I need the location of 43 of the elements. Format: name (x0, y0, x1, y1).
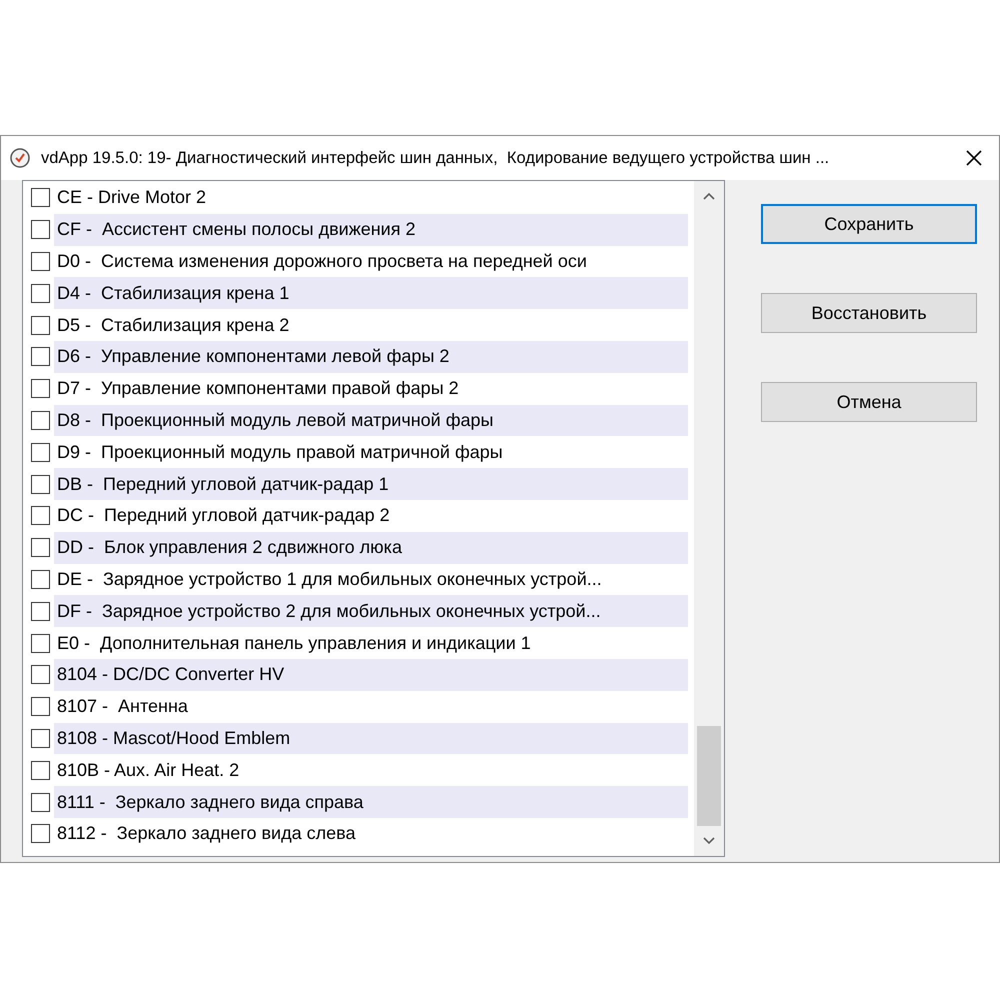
list-item[interactable]: 8111 - Зеркало заднего вида справа (54, 786, 688, 818)
checkbox[interactable] (31, 665, 50, 684)
list-item[interactable]: DB - Передний угловой датчик-радар 1 (54, 468, 688, 500)
list-item[interactable]: D0 - Система изменения дорожного просвета на передней оси (54, 246, 688, 278)
scrollbar-thumb[interactable] (697, 726, 721, 826)
dialog-button[interactable]: Восстановить (761, 293, 977, 333)
dialog-button[interactable]: Сохранить (761, 204, 977, 244)
list-item[interactable]: 8108 - Mascot/Hood Emblem (54, 722, 688, 754)
checkbox[interactable] (31, 379, 50, 398)
checkbox[interactable] (31, 570, 50, 589)
checkbox[interactable] (31, 697, 50, 716)
app-icon (9, 147, 31, 169)
dialog-button[interactable]: Отмена (761, 382, 977, 422)
checkbox[interactable] (31, 824, 50, 844)
checkbox[interactable] (31, 284, 50, 303)
list-item[interactable]: D8 - Проекционный модуль левой матричной фары (54, 404, 688, 436)
list-item[interactable]: DF - Зарядное устройство 2 для мобильных оконечных устрой... (54, 595, 688, 628)
scroll-down-icon[interactable] (702, 836, 716, 846)
scroll-up-icon[interactable] (702, 191, 716, 201)
checkbox[interactable] (31, 220, 50, 240)
list-item[interactable]: DD - Блок управления 2 сдвижного люка (54, 532, 688, 564)
checkbox[interactable] (31, 602, 50, 621)
checkbox[interactable] (31, 728, 50, 748)
close-icon (965, 149, 983, 167)
checkbox[interactable] (31, 442, 50, 462)
checkbox[interactable] (31, 760, 50, 780)
list-item[interactable]: DE - Зарядное устройство 1 для мобильных оконечных устрой... (54, 564, 688, 596)
checkbox[interactable] (31, 252, 50, 271)
list-item[interactable]: 8104 - DC/DC Converter HV (54, 658, 688, 691)
checkbox[interactable] (31, 410, 50, 430)
scrollbar[interactable] (694, 181, 724, 856)
checkbox[interactable] (31, 474, 50, 494)
checkbox[interactable] (31, 634, 50, 653)
checkbox[interactable] (31, 347, 50, 366)
checkbox[interactable] (31, 792, 50, 812)
window-title: vdApp 19.5.0: 19- Диагностический интерфейс шин данных, Кодирование ведущего устройства шин ... (41, 148, 830, 169)
checkbox[interactable] (31, 506, 50, 526)
checkbox[interactable] (31, 538, 50, 558)
checkbox[interactable] (31, 316, 50, 335)
list-item[interactable]: D6 - Управление компонентами левой фары 2 (54, 340, 688, 373)
list-item[interactable]: D4 - Стабилизация крена 1 (54, 277, 688, 310)
checkbox[interactable] (31, 188, 50, 208)
list-item[interactable]: CF - Ассистент смены полосы движения 2 (54, 214, 688, 246)
